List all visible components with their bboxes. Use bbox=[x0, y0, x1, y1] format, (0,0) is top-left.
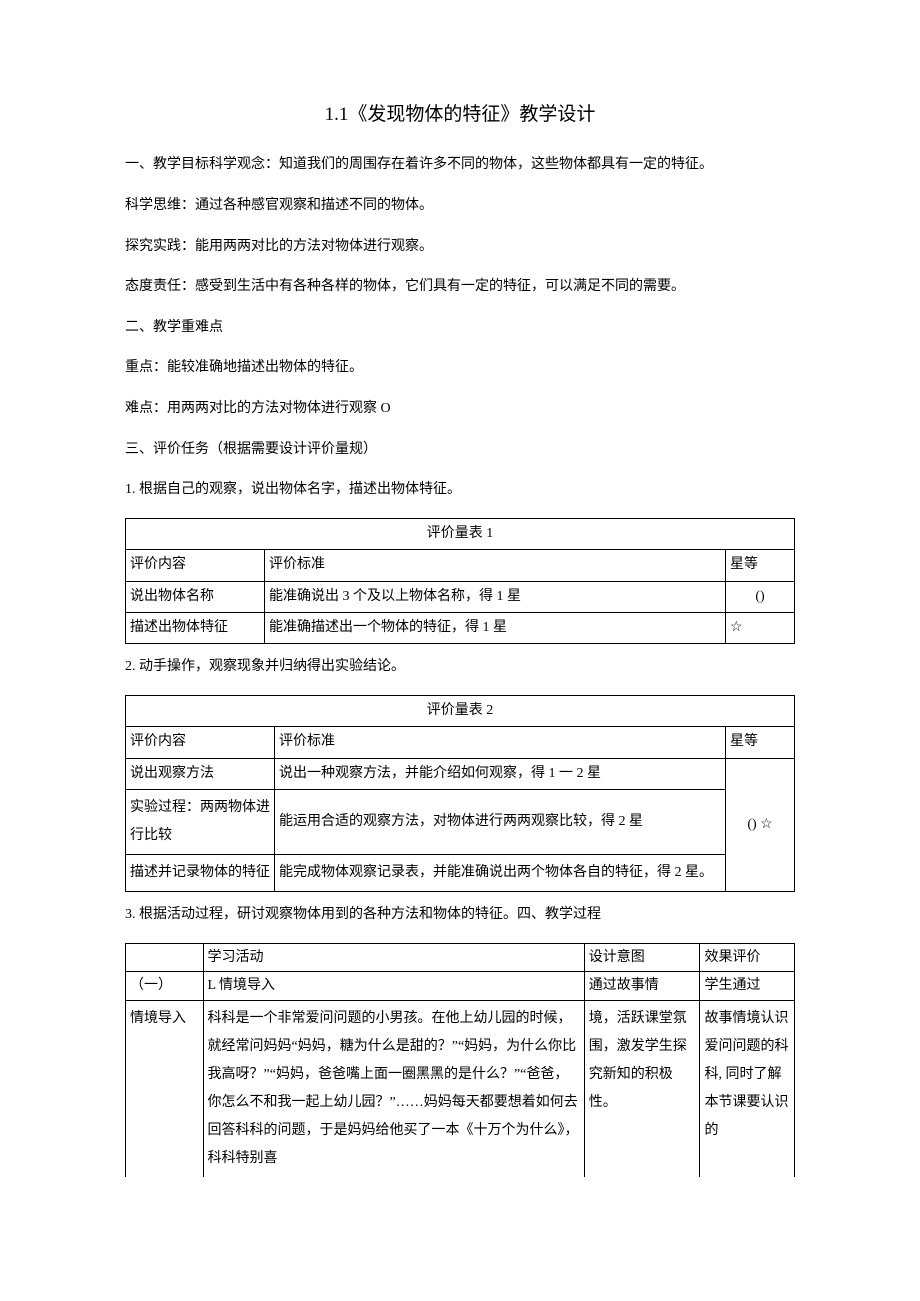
para-keypoint: 重点：能较准确地描述出物体的特征。 bbox=[125, 355, 795, 382]
col-header-stars: 星等 bbox=[726, 550, 795, 581]
col-header-criteria: 评价标准 bbox=[275, 727, 726, 758]
para-eval-task2: 2. 动手操作，观察现象并归纳得出实验结论。 bbox=[125, 654, 795, 681]
para-difficulty: 难点：用两两对比的方法对物体进行观察 O bbox=[125, 396, 795, 423]
table-row: 描述出物体特征 能准确描述出一个物体的特征，得 1 星 ☆ bbox=[126, 612, 795, 643]
cell-stars: () ☆ bbox=[726, 758, 795, 891]
para-goal-attitude: 态度责任：感受到生活中有各种各样的物体，它们具有一定的特征，可以满足不同的需要。 bbox=[125, 274, 795, 301]
cell-criteria: 说出一种观察方法，并能介绍如何观察，得 1 一 2 星 bbox=[275, 758, 726, 789]
cell-criteria: 能准确描述出一个物体的特征，得 1 星 bbox=[265, 612, 726, 643]
rubric-table-1: 评价量表 1 评价内容 评价标准 星等 说出物体名称 能准确说出 3 个及以上物… bbox=[125, 518, 795, 645]
cell-intent-body: 境，活跃课堂氛围，激发学生探究新知的积极性。 bbox=[584, 1000, 700, 1177]
table-caption: 评价量表 1 bbox=[126, 518, 795, 549]
col-header-stars: 星等 bbox=[726, 727, 795, 758]
lesson-table: 学习活动 设计意图 效果评价 （一） L 情境导入 通过故事情 学生通过 情境导… bbox=[125, 943, 795, 1177]
cell-eval: 学生通过 bbox=[700, 972, 795, 1001]
col-header-blank bbox=[126, 943, 204, 972]
para-eval-task3: 3. 根据活动过程，研讨观察物体用到的各种方法和物体的特征。四、教学过程 bbox=[125, 902, 795, 929]
para-goal-practice: 探究实践：能用两两对比的方法对物体进行观察。 bbox=[125, 234, 795, 261]
cell-content: 描述出物体特征 bbox=[126, 612, 265, 643]
cell-criteria: 能准确说出 3 个及以上物体名称，得 1 星 bbox=[265, 581, 726, 612]
cell-content: 说出物体名称 bbox=[126, 581, 265, 612]
table-caption-row: 评价量表 1 bbox=[126, 518, 795, 549]
table-caption-row: 评价量表 2 bbox=[126, 695, 795, 726]
table-caption: 评价量表 2 bbox=[126, 695, 795, 726]
col-header-content: 评价内容 bbox=[126, 727, 275, 758]
table-row: （一） L 情境导入 通过故事情 学生通过 bbox=[126, 972, 795, 1001]
table-header-row: 学习活动 设计意图 效果评价 bbox=[126, 943, 795, 972]
table-row: 情境导入 科科是一个非常爱问问题的小男孩。在他上幼儿园的时候，就经常问妈妈“妈妈… bbox=[126, 1000, 795, 1177]
cell-stars: () bbox=[726, 581, 795, 612]
cell-activity-title: L 情境导入 bbox=[203, 972, 584, 1001]
cell-criteria: 能运用合适的观察方法，对物体进行两两观察比较，得 2 星 bbox=[275, 790, 726, 855]
table-row: 实验过程：两两物体进行比较 能运用合适的观察方法，对物体进行两两观察比较，得 2… bbox=[126, 790, 795, 855]
table-row: 说出观察方法 说出一种观察方法，并能介绍如何观察，得 1 一 2 星 () ☆ bbox=[126, 758, 795, 789]
rubric-table-2: 评价量表 2 评价内容 评价标准 星等 说出观察方法 说出一种观察方法，并能介绍… bbox=[125, 695, 795, 892]
col-header-intent: 设计意图 bbox=[584, 943, 700, 972]
col-header-eval: 效果评价 bbox=[700, 943, 795, 972]
cell-stars: ☆ bbox=[726, 612, 795, 643]
cell-section-num: （一） bbox=[126, 972, 204, 1001]
table-header-row: 评价内容 评价标准 星等 bbox=[126, 550, 795, 581]
table-row: 描述并记录物体的特征 能完成物体观察记录表，并能准确说出两个物体各自的特征，得 … bbox=[126, 855, 795, 892]
col-header-content: 评价内容 bbox=[126, 550, 265, 581]
cell-criteria: 能完成物体观察记录表，并能准确说出两个物体各自的特征，得 2 星。 bbox=[275, 855, 726, 892]
cell-content: 实验过程：两两物体进行比较 bbox=[126, 790, 275, 855]
para-heading-keypoints: 二、教学重难点 bbox=[125, 315, 795, 342]
document-page: 1.1《发现物体的特征》教学设计 一、教学目标科学观念：知道我们的周围存在着许多… bbox=[0, 0, 920, 1301]
cell-activity-body: 科科是一个非常爱问问题的小男孩。在他上幼儿园的时候，就经常问妈妈“妈妈，糖为什么… bbox=[203, 1000, 584, 1177]
para-eval-task1: 1. 根据自己的观察，说出物体名字，描述出物体特征。 bbox=[125, 477, 795, 504]
para-goal-thinking: 科学思维：通过各种感官观察和描述不同的物体。 bbox=[125, 193, 795, 220]
cell-eval-body: 故事情境认识爱问问题的科科, 同时了解本节课要认识的 bbox=[700, 1000, 795, 1177]
para-goal-concept: 一、教学目标科学观念：知道我们的周围存在着许多不同的物体，这些物体都具有一定的特… bbox=[125, 152, 795, 179]
table-header-row: 评价内容 评价标准 星等 bbox=[126, 727, 795, 758]
cell-content: 描述并记录物体的特征 bbox=[126, 855, 275, 892]
cell-section-name: 情境导入 bbox=[126, 1000, 204, 1177]
col-header-criteria: 评价标准 bbox=[265, 550, 726, 581]
col-header-activity: 学习活动 bbox=[203, 943, 584, 972]
cell-content: 说出观察方法 bbox=[126, 758, 275, 789]
cell-intent: 通过故事情 bbox=[584, 972, 700, 1001]
para-heading-eval: 三、评价任务（根据需要设计评价量规） bbox=[125, 437, 795, 464]
table-row: 说出物体名称 能准确说出 3 个及以上物体名称，得 1 星 () bbox=[126, 581, 795, 612]
page-title: 1.1《发现物体的特征》教学设计 bbox=[125, 100, 795, 130]
